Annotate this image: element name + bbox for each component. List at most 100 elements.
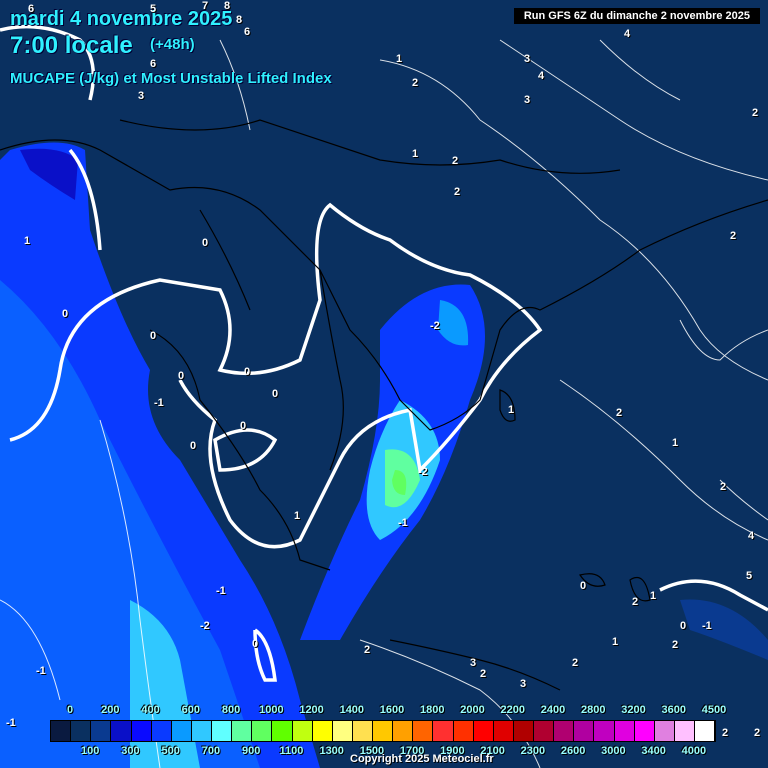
legend-swatch xyxy=(232,721,253,741)
legend-swatch xyxy=(594,721,615,741)
legend-label-bottom: 2300 xyxy=(520,745,546,757)
contour-label: -2 xyxy=(418,466,428,478)
contour-label: 1 xyxy=(294,510,301,522)
contour-label: 8 xyxy=(236,14,243,26)
contour-label: 2 xyxy=(730,230,737,242)
contour-label: 0 xyxy=(580,580,587,592)
contour-label: 1 xyxy=(508,404,515,416)
legend-label-bottom: 300 xyxy=(121,745,140,757)
map-canvas xyxy=(0,0,768,768)
contour-label: 2 xyxy=(364,644,371,656)
forecast-time: 7:00 locale xyxy=(10,32,133,59)
legend-label-top: 1800 xyxy=(420,704,445,716)
contour-label: -1 xyxy=(154,397,164,409)
legend-swatch xyxy=(393,721,414,741)
contour-label: 0 xyxy=(202,237,209,249)
contour-label: 7 xyxy=(202,0,209,12)
contour-label: 2 xyxy=(616,407,623,419)
legend-swatch xyxy=(212,721,233,741)
contour-label: -1 xyxy=(6,717,16,729)
contour-label: 3 xyxy=(524,53,531,65)
contour-label: 0 xyxy=(240,420,247,432)
legend-label-top: 200 xyxy=(101,704,120,716)
legend-label-top: 600 xyxy=(181,704,201,716)
contour-label: 1 xyxy=(672,437,679,449)
contour-label: 2 xyxy=(752,107,759,119)
legend-swatch xyxy=(352,721,373,741)
legend-swatch xyxy=(111,721,132,741)
legend-label-top: 1600 xyxy=(379,704,405,716)
contour-label: 4 xyxy=(538,70,545,82)
contour-label: 3 xyxy=(138,90,145,102)
contour-label: 0 xyxy=(244,366,251,378)
contour-label: 1 xyxy=(412,148,419,160)
contour-label: -1 xyxy=(36,665,46,677)
contour-label: 3 xyxy=(520,678,527,690)
legend-label-top: 1200 xyxy=(299,704,324,716)
legend-swatch xyxy=(473,721,494,741)
contour-label: 6 xyxy=(28,3,35,15)
color-scale-legend xyxy=(50,720,716,742)
contour-label: 3 xyxy=(470,657,477,669)
legend-swatch xyxy=(272,721,293,741)
contour-label: -1 xyxy=(398,517,408,529)
legend-label-bottom: 100 xyxy=(81,745,100,757)
legend-swatch xyxy=(453,721,474,741)
parameter-title: MUCAPE (J/kg) et Most Unstable Lifted In… xyxy=(10,70,332,87)
legend-label-top: 400 xyxy=(141,704,160,716)
legend-label-bottom: 3400 xyxy=(641,745,666,757)
legend-swatch xyxy=(695,721,716,741)
legend-swatch xyxy=(51,721,72,741)
run-info: Run GFS 6Z du dimanche 2 novembre 2025 xyxy=(513,8,760,24)
legend-swatch xyxy=(554,721,575,741)
contour-label: 1 xyxy=(396,53,403,65)
legend-swatch xyxy=(312,721,333,741)
contour-label: 0 xyxy=(252,638,259,650)
contour-label: 0 xyxy=(178,370,185,382)
copyright: Copyright 2025 Meteociel.fr xyxy=(350,753,494,765)
contour-label: 2 xyxy=(412,77,419,89)
contour-label: 4 xyxy=(748,530,755,542)
legend-label-top: 0 xyxy=(67,704,74,716)
legend-label-top: 3600 xyxy=(661,704,686,716)
contour-label: 1 xyxy=(650,590,657,602)
legend-label-bottom: 500 xyxy=(161,745,180,757)
legend-label-top: 4500 xyxy=(701,704,727,716)
contour-label: 1 xyxy=(612,636,619,648)
contour-label: 1 xyxy=(24,235,31,247)
contour-label: 2 xyxy=(722,727,729,739)
contour-label: 2 xyxy=(480,668,487,680)
legend-swatch xyxy=(252,721,273,741)
legend-label-top: 2000 xyxy=(460,704,485,716)
legend-label-bottom: 2600 xyxy=(560,745,586,757)
contour-label: -2 xyxy=(200,620,210,632)
legend-label-top: 1000 xyxy=(259,704,284,716)
legend-swatch xyxy=(292,721,313,741)
contour-label: -2 xyxy=(430,320,440,332)
legend-label-bottom: 700 xyxy=(201,745,221,757)
contour-label: 4 xyxy=(624,28,631,40)
legend-swatch xyxy=(674,721,695,741)
legend-swatch xyxy=(171,721,192,741)
contour-label: 2 xyxy=(572,657,579,669)
legend-swatch xyxy=(191,721,212,741)
legend-swatch xyxy=(413,721,434,741)
legend-swatch xyxy=(131,721,152,741)
contour-label: -1 xyxy=(216,585,226,597)
weather-map: mardi 4 novembre 2025 7:00 locale (+48h)… xyxy=(0,0,768,768)
contour-label: 2 xyxy=(720,481,727,493)
legend-label-top: 800 xyxy=(221,704,241,716)
contour-label: 0 xyxy=(272,388,279,400)
legend-swatch xyxy=(634,721,655,741)
legend-label-bottom: 1300 xyxy=(319,745,344,757)
legend-swatch xyxy=(513,721,534,741)
contour-label: 2 xyxy=(452,155,459,167)
contour-label: 3 xyxy=(524,94,531,106)
legend-swatch xyxy=(151,721,172,741)
contour-label: 6 xyxy=(244,26,251,38)
contour-label: 5 xyxy=(150,3,157,15)
legend-label-top: 2200 xyxy=(500,704,526,716)
contour-label: 8 xyxy=(224,0,231,12)
legend-swatch xyxy=(332,721,353,741)
contour-label: 5 xyxy=(746,570,753,582)
